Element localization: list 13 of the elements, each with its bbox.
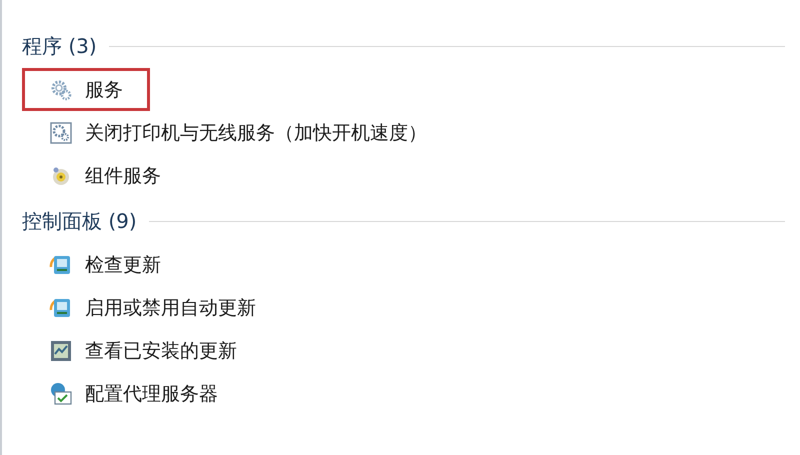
- gears-document-icon: [49, 120, 73, 144]
- globe-checkmark-icon: [49, 382, 73, 406]
- result-item[interactable]: 组件服务: [22, 154, 164, 197]
- installed-updates-icon: [49, 338, 73, 362]
- result-item[interactable]: 检查更新: [22, 243, 164, 286]
- section-heading: 程序 (3): [22, 32, 97, 60]
- gears-icon: [49, 78, 73, 102]
- result-item[interactable]: 服务: [22, 68, 150, 111]
- result-item[interactable]: 关闭打印机与无线服务（加快开机速度）: [22, 111, 430, 154]
- result-item[interactable]: 启用或禁用自动更新: [22, 286, 259, 329]
- result-item[interactable]: 查看已安装的更新: [22, 329, 240, 372]
- result-item[interactable]: 配置代理服务器: [22, 372, 221, 415]
- section-heading: 控制面板 (9): [22, 208, 137, 234]
